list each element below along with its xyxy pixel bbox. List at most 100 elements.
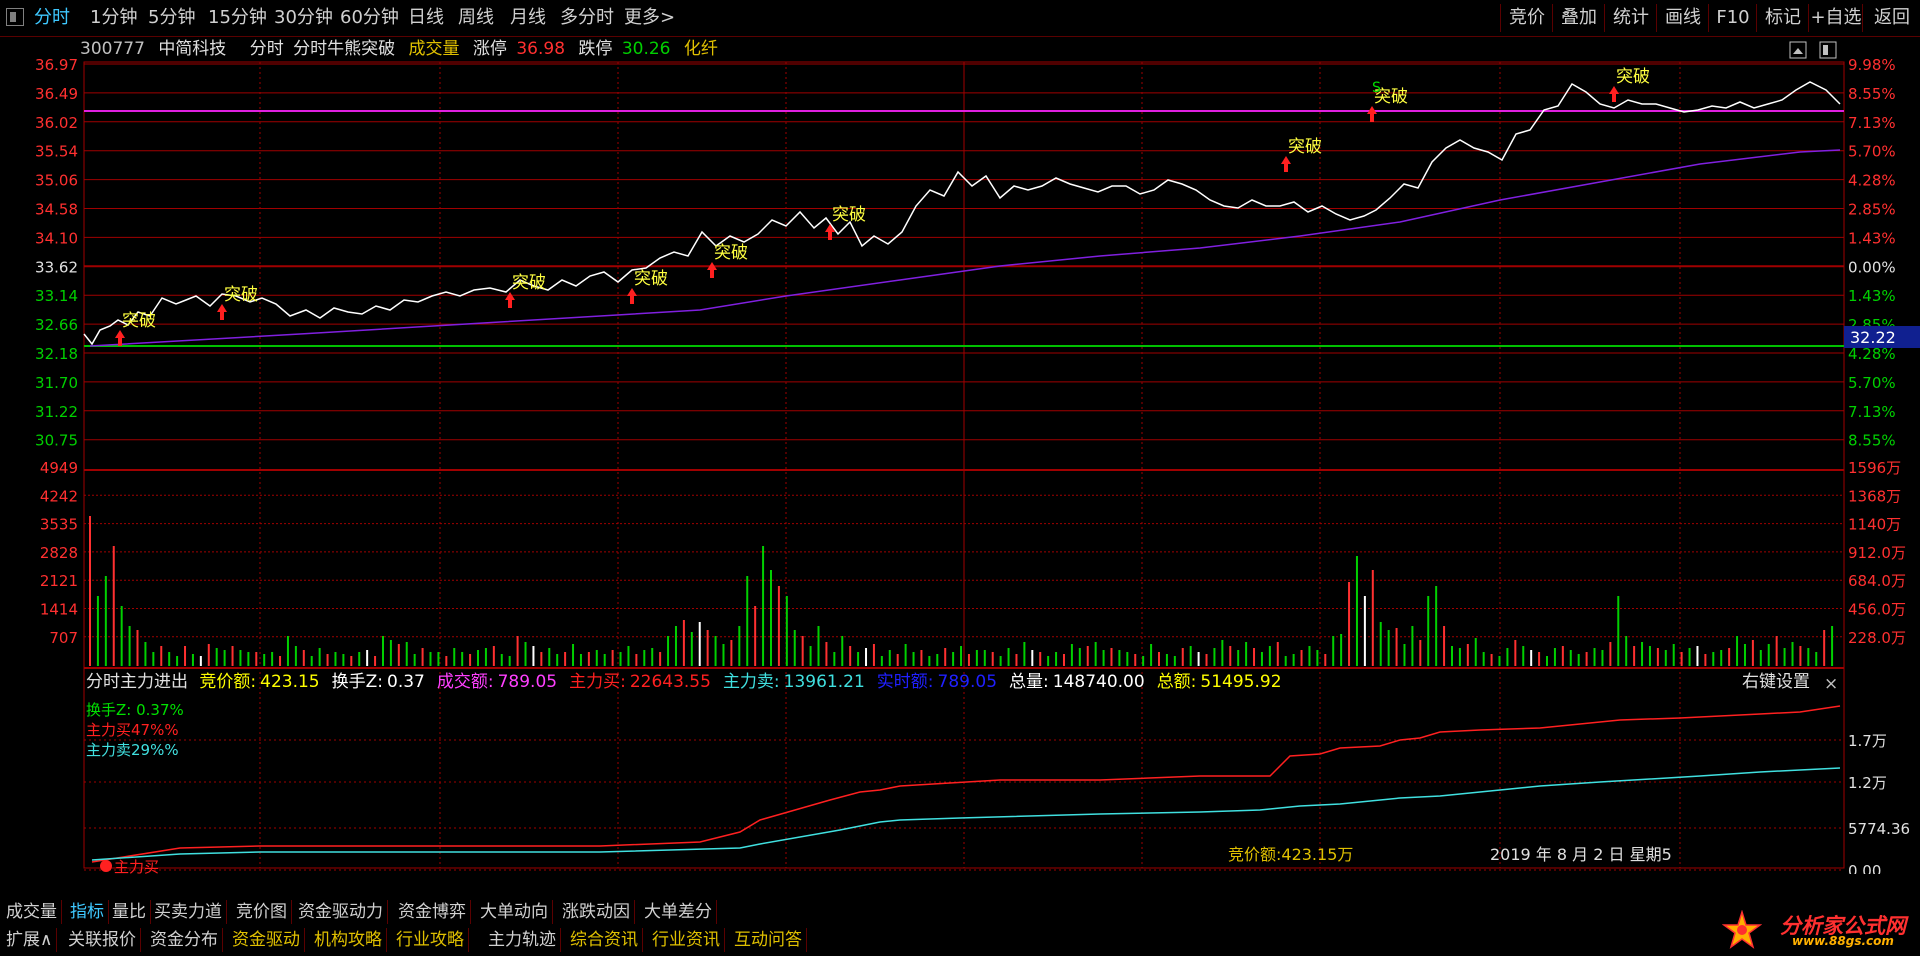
indicator-item-7: 总额: 51495.92	[1157, 672, 1288, 692]
toolbar-button-6[interactable]: +自选	[1808, 4, 1863, 32]
breakout-arrow-icon	[627, 288, 637, 304]
indicator-tab-3[interactable]: 买卖力道	[150, 900, 227, 924]
info-tab-4[interactable]: 机构攻略	[310, 928, 387, 952]
info-tab-5[interactable]: 行业攻略	[392, 928, 469, 952]
indicator-item-label: 总额:	[1156, 672, 1197, 692]
price-tick-label: 34.10	[35, 229, 78, 247]
current-price-label: 32.22	[1850, 328, 1896, 347]
breakout-label: 突破	[1616, 67, 1650, 87]
indicator-tab-5[interactable]: 资金驱动力	[294, 900, 388, 924]
price-tick-label: 36.02	[35, 114, 78, 132]
site-logo: 分析家公式网 www.88gs.com	[1716, 908, 1912, 952]
price-tick-label: 30.75	[35, 432, 78, 450]
info-tab-3[interactable]: 资金驱动	[228, 928, 305, 952]
info-tab-2[interactable]: 资金分布	[146, 928, 223, 952]
close-icon[interactable]: ×	[1824, 672, 1838, 696]
price-tick-label: 32.18	[35, 345, 78, 363]
indicator-tab-4[interactable]: 竞价图	[232, 900, 292, 924]
indicator-tab-1[interactable]: 指标	[66, 900, 109, 924]
info-tab-0[interactable]: 扩展∧	[2, 928, 58, 952]
main-buy-marker-icon	[100, 860, 112, 872]
price-tick-label: 36.49	[35, 85, 78, 103]
breakout-arrow-icon	[1367, 106, 1377, 122]
pct-tick-label: 9.98%	[1848, 56, 1896, 74]
auction-note: 竞价额:423.15万	[1228, 845, 1353, 864]
pct-tick-label: 7.13%	[1848, 114, 1896, 132]
logo-url: www.88gs.com	[1792, 934, 1894, 948]
breakout-arrow-icon	[1281, 156, 1291, 172]
volume-amount-label: 228.0万	[1848, 629, 1906, 647]
breakout-arrow-icon	[707, 262, 717, 278]
indicator-tab-0[interactable]: 成交量	[2, 900, 62, 924]
breakout-label: 突破	[224, 285, 258, 305]
pct-tick-label: 1.43%	[1848, 287, 1896, 305]
toolbar-button-0[interactable]: 竞价	[1500, 4, 1553, 32]
tab-0[interactable]: 分时	[34, 6, 70, 30]
indicator-item-0: 竞价额: 423.15	[199, 672, 325, 692]
indicator-panel-header: 分时主力进出 竞价额: 423.15 换手Z: 0.37 成交额: 789.05 主力买: 2…	[86, 670, 1300, 694]
date-label: 2019 年 8 月 2 日 星期5	[1490, 845, 1672, 864]
pct-tick-label: 5.70%	[1848, 374, 1896, 392]
toolbar-button-2[interactable]: 统计	[1604, 4, 1657, 32]
indicator-tab-8[interactable]: 涨跌动因	[558, 900, 635, 924]
indicator-settings[interactable]: 右键设置	[1742, 670, 1810, 694]
price-tick-label: 33.14	[35, 287, 78, 305]
indicator-item-label: 实时额:	[876, 672, 934, 692]
price-tick-label: 35.06	[35, 172, 78, 190]
window-toggle-bar-icon	[1823, 45, 1828, 55]
indicator-tab-9[interactable]: 大单差分	[640, 900, 717, 924]
indicator-item-label: 换手Z:	[331, 672, 383, 692]
volume-tick-label: 1414	[40, 601, 78, 619]
info-tab-9[interactable]: 互动问答	[730, 928, 807, 952]
indicator-panel-title: 分时主力进出	[86, 672, 188, 692]
indicator-item-3: 主力买: 22643.55	[569, 672, 717, 692]
indicator-item-value: 13961.21	[783, 672, 865, 692]
tab-3[interactable]: 15分钟	[208, 6, 267, 30]
toolbar-button-7[interactable]: 返回	[1862, 4, 1920, 32]
tab-2[interactable]: 5分钟	[148, 6, 195, 30]
volume-amount-label: 1140万	[1848, 516, 1901, 534]
tab-7[interactable]: 周线	[458, 6, 494, 30]
indicator-item-value: 22643.55	[629, 672, 711, 692]
indicator-tabs: 成交量 指标 量比 买卖力道 竞价图 资金驱动力 资金博弈 大单动向 涨跌动因 大单差分	[0, 900, 1920, 924]
price-tick-label: 31.22	[35, 403, 78, 421]
info-tab-6[interactable]: 主力轨迹	[484, 928, 561, 952]
volume-tick-label: 4949	[40, 459, 78, 477]
indicator-item-value: 148740.00	[1052, 672, 1145, 692]
breakout-arrow-icon	[505, 292, 515, 308]
indicator-item-2: 成交额: 789.05	[437, 672, 563, 692]
window-menu-icon[interactable]	[6, 8, 24, 26]
info-tab-8[interactable]: 行业资讯	[648, 928, 725, 952]
toolbar-button-1[interactable]: 叠加	[1552, 4, 1605, 32]
tab-1[interactable]: 1分钟	[90, 6, 137, 30]
indicator-tab-6[interactable]: 资金博弈	[394, 900, 471, 924]
tab-6[interactable]: 日线	[408, 6, 444, 30]
breakout-arrow-icon	[1609, 86, 1619, 102]
breakout-label: 突破	[122, 311, 156, 331]
indicator-axis-label: 5774.36	[1848, 820, 1910, 838]
indicator-legend: 换手Z: 0.37% 主力买47%% 主力卖29%%	[86, 700, 184, 760]
info-tab-7[interactable]: 综合资讯	[566, 928, 643, 952]
price-tick-label: 36.97	[35, 56, 78, 74]
toolbar-button-3[interactable]: 画线	[1656, 4, 1709, 32]
tab-4[interactable]: 30分钟	[274, 6, 333, 30]
volume-amount-label: 912.0万	[1848, 544, 1906, 562]
price-tick-label: 35.54	[35, 143, 78, 161]
price-tick-label: 34.58	[35, 201, 78, 219]
tab-5[interactable]: 60分钟	[340, 6, 399, 30]
indicator-tab-7[interactable]: 大单动向	[476, 900, 553, 924]
legend-item-0: 换手Z: 0.37%	[86, 701, 184, 719]
tab-9[interactable]: 多分时	[560, 6, 614, 30]
tab-10[interactable]: 更多>	[624, 6, 675, 30]
info-tab-1[interactable]: 关联报价	[64, 928, 141, 952]
price-tick-label: 33.62	[35, 258, 78, 276]
breakout-label: 突破	[714, 243, 748, 263]
toolbar-button-5[interactable]: 标记	[1756, 4, 1809, 32]
breakout-label: 突破	[512, 273, 546, 293]
tab-8[interactable]: 月线	[510, 6, 546, 30]
scroll-up-arrow-icon[interactable]	[1793, 48, 1803, 54]
toolbar-button-4[interactable]: F10	[1708, 4, 1757, 32]
indicator-tab-2[interactable]: 量比	[108, 900, 151, 924]
indicator-item-1: 换手Z: 0.37	[332, 672, 431, 692]
intraday-chart[interactable]: 36.97 9.98% 36.49 8.55% 36.02 7.13% 35.54 5.70%…	[0, 36, 1920, 874]
